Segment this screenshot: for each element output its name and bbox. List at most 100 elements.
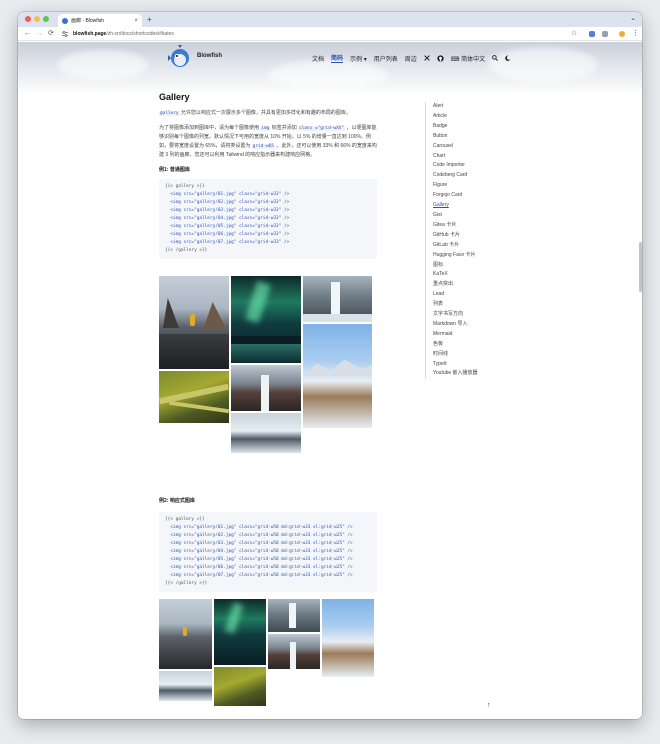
dark-mode-icon[interactable]: [505, 55, 511, 61]
code-line: <img src="gallery/05.jpg" class="grid-w3…: [165, 224, 290, 229]
toc-item[interactable]: 色板: [433, 340, 515, 350]
example1-heading: 例1: 普通图库: [159, 167, 190, 173]
table-of-contents: Alert Article Badge Button Carousel Char…: [425, 102, 515, 380]
favicon-icon: [62, 17, 68, 24]
tab-menu-icon[interactable]: ⌄: [630, 14, 636, 22]
code-line: <img src="gallery/04.jpg" class="grid-w5…: [165, 549, 353, 554]
gallery-image-green-valley[interactable]: [214, 667, 266, 706]
toc-item[interactable]: Article: [433, 112, 515, 122]
toc-item[interactable]: 文字书写方向: [433, 310, 515, 320]
back-to-top-button[interactable]: ↑: [487, 702, 491, 709]
browser-toolbar: ← → ⟳ blowfish.page/zh-cn/docs/shortcode…: [18, 27, 642, 41]
nav-item-users[interactable]: 用户列表: [374, 54, 398, 63]
toc-item[interactable]: TypeIt: [433, 360, 515, 370]
toc-item[interactable]: 重点突出: [433, 280, 515, 290]
url-host: blowfish.page: [73, 31, 107, 37]
toc-item[interactable]: Hugging Face 卡片: [433, 251, 515, 261]
nav-item-merch[interactable]: 周边: [405, 54, 417, 63]
toc-item[interactable]: Mermaid: [433, 330, 515, 340]
gallery-image-waterfall-cliff[interactable]: [268, 634, 320, 669]
bookmark-star-icon[interactable]: ☆: [571, 28, 577, 40]
toc-item[interactable]: Chart: [433, 152, 515, 162]
header-background: [18, 42, 642, 94]
toc-item[interactable]: KaTeX: [433, 270, 515, 280]
gallery-image-green-valley[interactable]: [159, 371, 229, 423]
toc-item[interactable]: 时间线: [433, 350, 515, 360]
toc-item[interactable]: GitLab 卡片: [433, 241, 515, 251]
code-line: {{< /gallery >}}: [165, 248, 208, 253]
toc-item[interactable]: Lead: [433, 290, 515, 300]
code-line: {{< gallery >}}: [165, 184, 205, 189]
gallery-image-beach-hiker[interactable]: [159, 276, 229, 369]
code-line: <img src="gallery/01.jpg" class="grid-w5…: [165, 525, 353, 530]
maximize-window-button[interactable]: [43, 16, 49, 22]
back-icon[interactable]: ←: [24, 28, 31, 40]
toc-item[interactable]: Button: [433, 132, 515, 142]
nav-item-shortcodes[interactable]: 简码: [331, 53, 344, 63]
inline-code: grid-w65: [251, 144, 275, 149]
toc-item[interactable]: 列表: [433, 300, 515, 310]
url-path: /zh-cn/docs/shortcodes/#katex: [106, 31, 174, 37]
toc-item[interactable]: GitHub 卡片: [433, 231, 515, 241]
github-icon[interactable]: [437, 54, 444, 62]
article: Gallery gallery 允许您以响应式一次展示多个图像，并具有更加多样化…: [159, 92, 377, 267]
gallery-image-waterfall-cliff[interactable]: [231, 365, 301, 411]
toc-item[interactable]: Alert: [433, 102, 515, 112]
close-window-button[interactable]: [25, 16, 31, 22]
example2-code-block[interactable]: {{< gallery >}} <img src="gallery/01.jpg…: [159, 512, 377, 592]
toc-item-active[interactable]: Gallery: [433, 201, 515, 211]
x-twitter-icon[interactable]: [424, 55, 430, 61]
site-info-icon[interactable]: [61, 30, 69, 38]
translate-icon[interactable]: [589, 31, 595, 37]
gallery-image-snow-mountains[interactable]: [303, 324, 372, 428]
minimize-window-button[interactable]: [34, 16, 40, 22]
gallery-image-snow-river[interactable]: [159, 671, 212, 701]
toc-item[interactable]: Forgejo Card: [433, 191, 515, 201]
code-line: <img src="gallery/03.jpg" class="grid-w3…: [165, 208, 290, 213]
tab-close-icon[interactable]: ×: [134, 18, 138, 24]
nav-item-docs[interactable]: 文档: [312, 54, 324, 63]
address-bar[interactable]: blowfish.page/zh-cn/docs/shortcodes/#kat…: [73, 28, 174, 40]
blowfish-logo-icon[interactable]: [168, 45, 192, 69]
tab-strip: 画廊 · Blowfish × + ⌄: [18, 12, 642, 27]
toc-item[interactable]: Markdown 导入: [433, 320, 515, 330]
gallery-image-aurora[interactable]: [214, 599, 266, 665]
toc-item[interactable]: Gist: [433, 211, 515, 221]
toc-item[interactable]: Gitea 卡片: [433, 221, 515, 231]
gallery-image-waterfall[interactable]: [303, 276, 372, 322]
site-brand[interactable]: Blowfish: [197, 53, 222, 59]
nav-item-examples[interactable]: 示例 ▾: [350, 54, 367, 63]
extensions-icon[interactable]: [602, 31, 608, 37]
language-switcher[interactable]: ⌨ 简体中文: [451, 54, 485, 63]
browser-tab[interactable]: 画廊 · Blowfish ×: [58, 14, 142, 27]
search-icon[interactable]: [492, 55, 499, 61]
page-scrollbar[interactable]: [639, 242, 642, 292]
browser-menu-icon[interactable]: ⋮: [632, 28, 639, 40]
toc-item[interactable]: Youtube 嵌入播放器: [433, 369, 515, 379]
tab-title: 画廊 · Blowfish: [71, 18, 105, 24]
code-line: <img src="gallery/03.jpg" class="grid-w5…: [165, 541, 353, 546]
code-line: <img src="gallery/02.jpg" class="grid-w3…: [165, 200, 290, 205]
intro-text: 允许您以响应式一次展示多个图像，并具有更加多样化和有趣的布局的图库。: [179, 110, 351, 116]
language-label: 简体中文: [461, 56, 486, 63]
gallery-image-aurora[interactable]: [231, 276, 301, 363]
gallery-image-waterfall[interactable]: [268, 599, 320, 632]
new-tab-button[interactable]: +: [147, 14, 152, 25]
reload-icon[interactable]: ⟳: [48, 28, 54, 40]
gallery-image-snow-river[interactable]: [231, 413, 301, 453]
gallery-image-beach-hiker[interactable]: [159, 599, 212, 669]
forward-icon[interactable]: →: [36, 28, 43, 40]
code-line: <img src="gallery/07.jpg" class="grid-w5…: [165, 573, 353, 578]
toc-item[interactable]: Codeberg Card: [433, 171, 515, 181]
toc-item[interactable]: Code Importer: [433, 161, 515, 171]
toc-item[interactable]: 图标: [433, 261, 515, 271]
example2-heading: 例2: 响应式图库: [159, 498, 195, 504]
code-line: {{< /gallery >}}: [165, 581, 208, 586]
toc-item[interactable]: Carousel: [433, 142, 515, 152]
profile-avatar[interactable]: [619, 31, 625, 37]
toc-item[interactable]: Figure: [433, 181, 515, 191]
example1-code-block[interactable]: {{< gallery >}} <img src="gallery/01.jpg…: [159, 179, 377, 259]
gallery-image-snow-mountains[interactable]: [322, 599, 374, 677]
code-line: {{< gallery >}}: [165, 517, 205, 522]
toc-item[interactable]: Badge: [433, 122, 515, 132]
